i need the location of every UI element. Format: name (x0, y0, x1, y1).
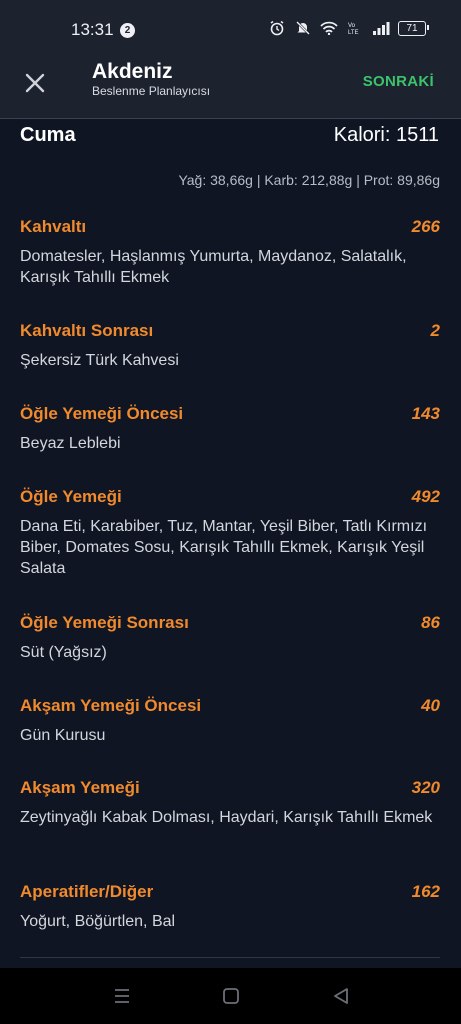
status-bar: 13:31 2 Vo LTE 71 (0, 0, 461, 46)
meal-after-breakfast[interactable]: Kahvaltı Sonrası 2 Şekersiz Türk Kahvesi (20, 319, 440, 402)
back-icon (334, 988, 348, 1004)
home-icon (223, 988, 239, 1004)
meal-name: Kahvaltı Sonrası (20, 321, 154, 340)
meal-items: Gün Kurusu (20, 727, 106, 744)
meal-calories: 40 (421, 696, 440, 715)
meal-items: Süt (Yağsız) (20, 644, 107, 661)
meal-items: Yoğurt, Böğürtlen, Bal (20, 913, 176, 930)
wifi-icon (320, 20, 338, 36)
notification-badge: 2 (120, 23, 135, 38)
meal-calories: 2 (430, 321, 440, 340)
meal-snacks[interactable]: Aperatifler/Diğer 162 Yoğurt, Böğürtlen, … (20, 880, 440, 940)
svg-text:Vo: Vo (348, 23, 356, 29)
home-button[interactable] (220, 986, 242, 1006)
meal-name: Kahvaltı (20, 217, 87, 236)
divider (20, 957, 440, 958)
system-nav-bar (0, 968, 461, 1024)
alarm-icon (268, 20, 286, 36)
volte-icon: Vo LTE (346, 20, 364, 36)
meal-calories: 266 (411, 217, 440, 236)
back-button[interactable] (330, 986, 352, 1006)
meal-before-lunch[interactable]: Öğle Yemeği Öncesi 143 Beyaz Leblebi (20, 402, 440, 485)
meal-name: Akşam Yemeği (20, 778, 140, 797)
app-bar: Akdeniz Beslenme Planlayıcısı SONRAKİ (0, 46, 461, 119)
meal-name: Akşam Yemeği Öncesi (20, 696, 202, 715)
meal-calories: 320 (411, 778, 440, 797)
battery-icon: 71 (398, 20, 429, 36)
recents-icon (115, 989, 129, 1003)
svg-text:LTE: LTE (348, 30, 359, 35)
meal-list: Kahvaltı 266 Domatesler, Haşlanmış Yumurt… (20, 215, 440, 940)
meal-after-lunch[interactable]: Öğle Yemeği Sonrası 86 Süt (Yağsız) (20, 611, 440, 694)
meal-calories: 162 (411, 882, 440, 901)
macro-summary: Yağ: 38,66g | Karb: 212,88g | Prot: 89,8… (178, 172, 440, 188)
meal-name: Öğle Yemeği (20, 487, 122, 506)
meal-items: Beyaz Leblebi (20, 435, 121, 452)
signal-icon (372, 20, 390, 36)
calorie-total: Kalori: 1511 (333, 124, 439, 146)
meal-calories: 492 (411, 487, 440, 506)
meal-name: Öğle Yemeği Sonrası (20, 613, 189, 632)
meal-calories: 86 (421, 613, 440, 632)
meal-breakfast[interactable]: Kahvaltı 266 Domatesler, Haşlanmış Yumurt… (20, 215, 440, 319)
recents-button[interactable] (111, 986, 133, 1006)
meal-lunch[interactable]: Öğle Yemeği 492 Dana Eti, Karabiber, Tuz,… (20, 485, 440, 611)
next-button[interactable]: SONRAKİ (363, 73, 434, 90)
meal-calories: 143 (411, 404, 440, 423)
close-button[interactable] (22, 70, 48, 96)
day-label: Cuma (20, 124, 76, 146)
meal-name: Öğle Yemeği Öncesi (20, 404, 184, 423)
meal-items: Domatesler, Haşlanmış Yumurta, Maydanoz,… (20, 248, 407, 286)
status-icons: Vo LTE 71 (268, 20, 429, 36)
meal-items: Zeytinyağlı Kabak Dolması, Haydari, Karı… (20, 809, 433, 826)
meal-items: Dana Eti, Karabiber, Tuz, Mantar, Yeşil … (20, 518, 428, 577)
meal-items: Şekersiz Türk Kahvesi (20, 352, 179, 369)
page-title: Akdeniz (92, 60, 173, 83)
status-time: 13:31 (71, 20, 114, 39)
close-icon (25, 73, 45, 93)
page-subtitle: Beslenme Planlayıcısı (92, 84, 211, 98)
meal-name: Aperatifler/Diğer (20, 882, 154, 901)
meal-before-dinner[interactable]: Akşam Yemeği Öncesi 40 Gün Kurusu (20, 694, 440, 776)
mute-icon (294, 20, 312, 36)
meal-dinner[interactable]: Akşam Yemeği 320 Zeytinyağlı Kabak Dolmas… (20, 776, 440, 880)
